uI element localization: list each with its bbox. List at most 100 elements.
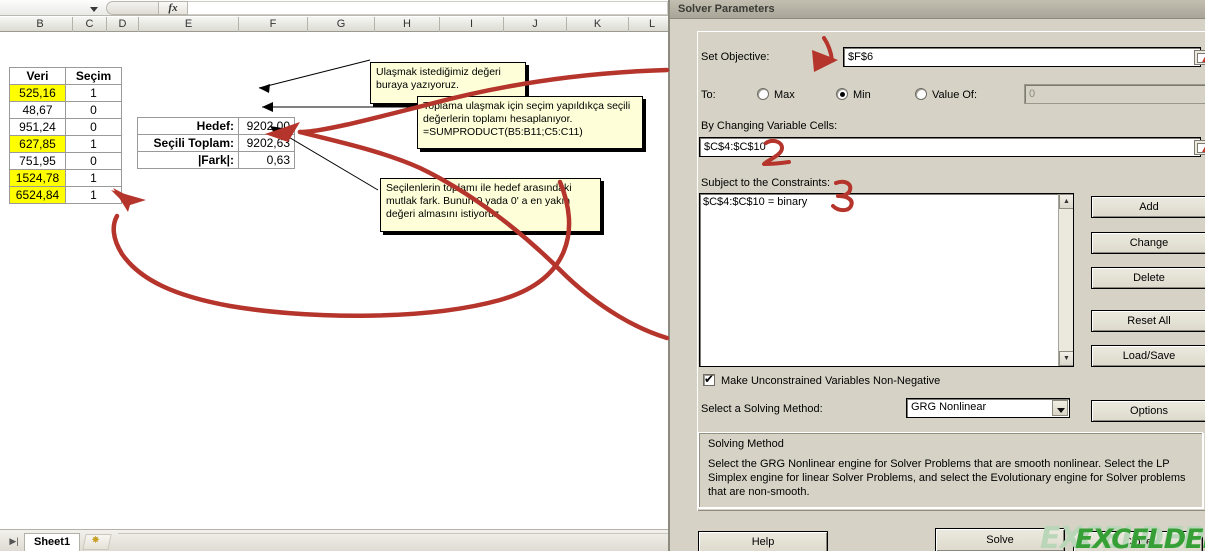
column-header-e[interactable]: E [139, 17, 239, 32]
insert-function-icon[interactable]: fx [158, 1, 188, 15]
summary-value[interactable]: 0,63 [238, 151, 295, 169]
callout-line: buraya yazıyoruz. [376, 79, 459, 91]
table-row[interactable]: 951,24 0 [9, 118, 122, 136]
column-header-row: BCDEFGHIJKL [0, 17, 668, 32]
cell-secim[interactable]: 0 [65, 118, 122, 136]
cell-secim[interactable]: 0 [65, 101, 122, 119]
radio-max-label: Max [774, 89, 795, 101]
radio-min-label: Min [853, 89, 871, 101]
grid-area[interactable]: Veri Seçim 525,16 1 48,67 0 951,24 0 627,85 1 751,… [0, 32, 668, 529]
summary-label: Hedef: [137, 117, 239, 135]
options-button[interactable]: Options [1091, 400, 1205, 422]
callout-line: değeri almasını istiyoruz. [386, 208, 503, 220]
column-header-h[interactable]: H [375, 17, 440, 32]
table-row[interactable]: 6524,84 1 [9, 186, 122, 204]
column-header-l[interactable]: L [629, 17, 668, 32]
constraint-item[interactable]: $C$4:$C$10 = binary [703, 196, 807, 208]
last-sheet-arrow-icon[interactable]: ▶| [8, 535, 20, 547]
solving-method-group: Solving Method Select the GRG Nonlinear … [698, 432, 1203, 508]
cell-veri[interactable]: 751,95 [9, 152, 66, 170]
add-button[interactable]: Add [1091, 196, 1205, 218]
reset-all-button[interactable]: Reset All [1091, 310, 1205, 332]
scroll-up-icon[interactable]: ▲ [1059, 194, 1073, 209]
constraints-listbox[interactable]: $C$4:$C$10 = binary ▲ ▼ [699, 193, 1074, 367]
cell-secim[interactable]: 1 [65, 169, 122, 187]
cell-veri[interactable]: 525,16 [9, 84, 66, 102]
column-title-veri: Veri [9, 67, 66, 85]
cell-veri[interactable]: 951,24 [9, 118, 66, 136]
table-row[interactable]: 48,67 0 [9, 101, 122, 119]
sheet-tab-sheet1[interactable]: Sheet1 [24, 533, 81, 551]
column-header-d[interactable]: D [107, 17, 139, 32]
constraints-scrollbar[interactable]: ▲ ▼ [1058, 194, 1073, 366]
column-header-c[interactable]: C [73, 17, 107, 32]
cell-veri[interactable]: 6524,84 [9, 186, 66, 204]
range-picker-icon[interactable] [1194, 140, 1205, 155]
formula-bar-cap [106, 1, 158, 15]
solve-button[interactable]: Solve [935, 528, 1065, 551]
dialog-title-bar[interactable]: Solver Parameters [670, 0, 1205, 19]
name-box-dropdown-icon[interactable] [88, 2, 100, 14]
column-header-i[interactable]: I [440, 17, 504, 32]
cell-veri[interactable]: 1524,78 [9, 169, 66, 187]
set-objective-input[interactable]: $F$6 [843, 47, 1201, 67]
close-button[interactable]: Close [1073, 531, 1203, 551]
non-negative-checkbox[interactable] [703, 372, 715, 386]
solving-method-description: Select the GRG Nonlinear engine for Solv… [708, 458, 1186, 498]
change-button[interactable]: Change [1091, 232, 1205, 254]
callout-line: Seçilenlerin toplamı ile hedef arasındak… [386, 182, 572, 194]
summary-row[interactable]: Seçili Toplam: 9202,63 [137, 134, 295, 152]
delete-button[interactable]: Delete [1091, 267, 1205, 289]
callout-line: Ulaşmak istediğimiz değeri [376, 66, 501, 78]
help-button[interactable]: Help [698, 531, 828, 551]
variable-cells-input[interactable]: $C$4:$C$10 [699, 137, 1201, 157]
column-header-k[interactable]: K [567, 17, 629, 32]
table-row[interactable]: 627,85 1 [9, 135, 122, 153]
callout-difference-note: Seçilenlerin toplamı ile hedef arasındak… [380, 178, 601, 232]
tab-bar-filler [118, 533, 668, 551]
cell-secim[interactable]: 0 [65, 152, 122, 170]
cell-veri[interactable]: 627,85 [9, 135, 66, 153]
chevron-down-icon[interactable] [1052, 400, 1068, 416]
cell-secim[interactable]: 1 [65, 84, 122, 102]
formula-bar: fx [0, 0, 668, 16]
summary-table: Hedef: 9202,00 Seçili Toplam: 9202,63 |Fark|… [137, 117, 295, 169]
sheet-tab-bar: ▶| Sheet1 [0, 529, 668, 551]
radio-value-of[interactable] [915, 88, 927, 100]
summary-value[interactable]: 9202,63 [238, 134, 295, 152]
cell-veri[interactable]: 48,67 [9, 101, 66, 119]
value-of-input[interactable]: 0 [1024, 84, 1205, 104]
summary-label: Seçili Toplam: [137, 134, 239, 152]
column-header-f[interactable]: F [239, 17, 308, 32]
column-header-g[interactable]: G [308, 17, 375, 32]
radio-max[interactable] [757, 88, 769, 100]
summary-value[interactable]: 9202,00 [238, 117, 295, 135]
constraints-label: Subject to the Constraints: [701, 177, 831, 189]
summary-row[interactable]: Hedef: 9202,00 [137, 117, 295, 135]
cell-secim[interactable]: 1 [65, 135, 122, 153]
radio-min[interactable] [836, 88, 848, 100]
solver-parameters-dialog: Solver Parameters Set Objective: $F$6 To… [668, 0, 1205, 551]
summary-label: |Fark|: [137, 151, 239, 169]
range-picker-icon[interactable] [1194, 50, 1205, 65]
scroll-down-icon[interactable]: ▼ [1059, 351, 1073, 366]
table-header-row: Veri Seçim [9, 67, 122, 85]
callout-line: mutlak fark. Bunun 0 yada 0' a en yakın [386, 195, 571, 207]
solving-method-select[interactable]: GRG Nonlinear [906, 398, 1070, 418]
table-row[interactable]: 751,95 0 [9, 152, 122, 170]
table-row[interactable]: 525,16 1 [9, 84, 122, 102]
formula-input[interactable] [188, 1, 668, 15]
callout-sumproduct-note: Toplama ulaşmak için seçim yapıldıkça se… [417, 96, 643, 149]
set-objective-label: Set Objective: [701, 51, 770, 63]
radio-value-of-label: Value Of: [932, 89, 978, 101]
non-negative-label: Make Unconstrained Variables Non-Negativ… [721, 375, 941, 387]
column-header-j[interactable]: J [504, 17, 567, 32]
new-sheet-icon[interactable] [82, 534, 112, 550]
table-row[interactable]: 1524,78 1 [9, 169, 122, 187]
variable-cells-label: By Changing Variable Cells: [701, 120, 838, 132]
load-save-button[interactable]: Load/Save [1091, 345, 1205, 367]
cell-secim[interactable]: 1 [65, 186, 122, 204]
callout-line: Toplama ulaşmak için seçim yapıldıkça se… [423, 100, 631, 112]
column-header-b[interactable]: B [8, 17, 73, 32]
summary-row[interactable]: |Fark|: 0,63 [137, 151, 295, 169]
